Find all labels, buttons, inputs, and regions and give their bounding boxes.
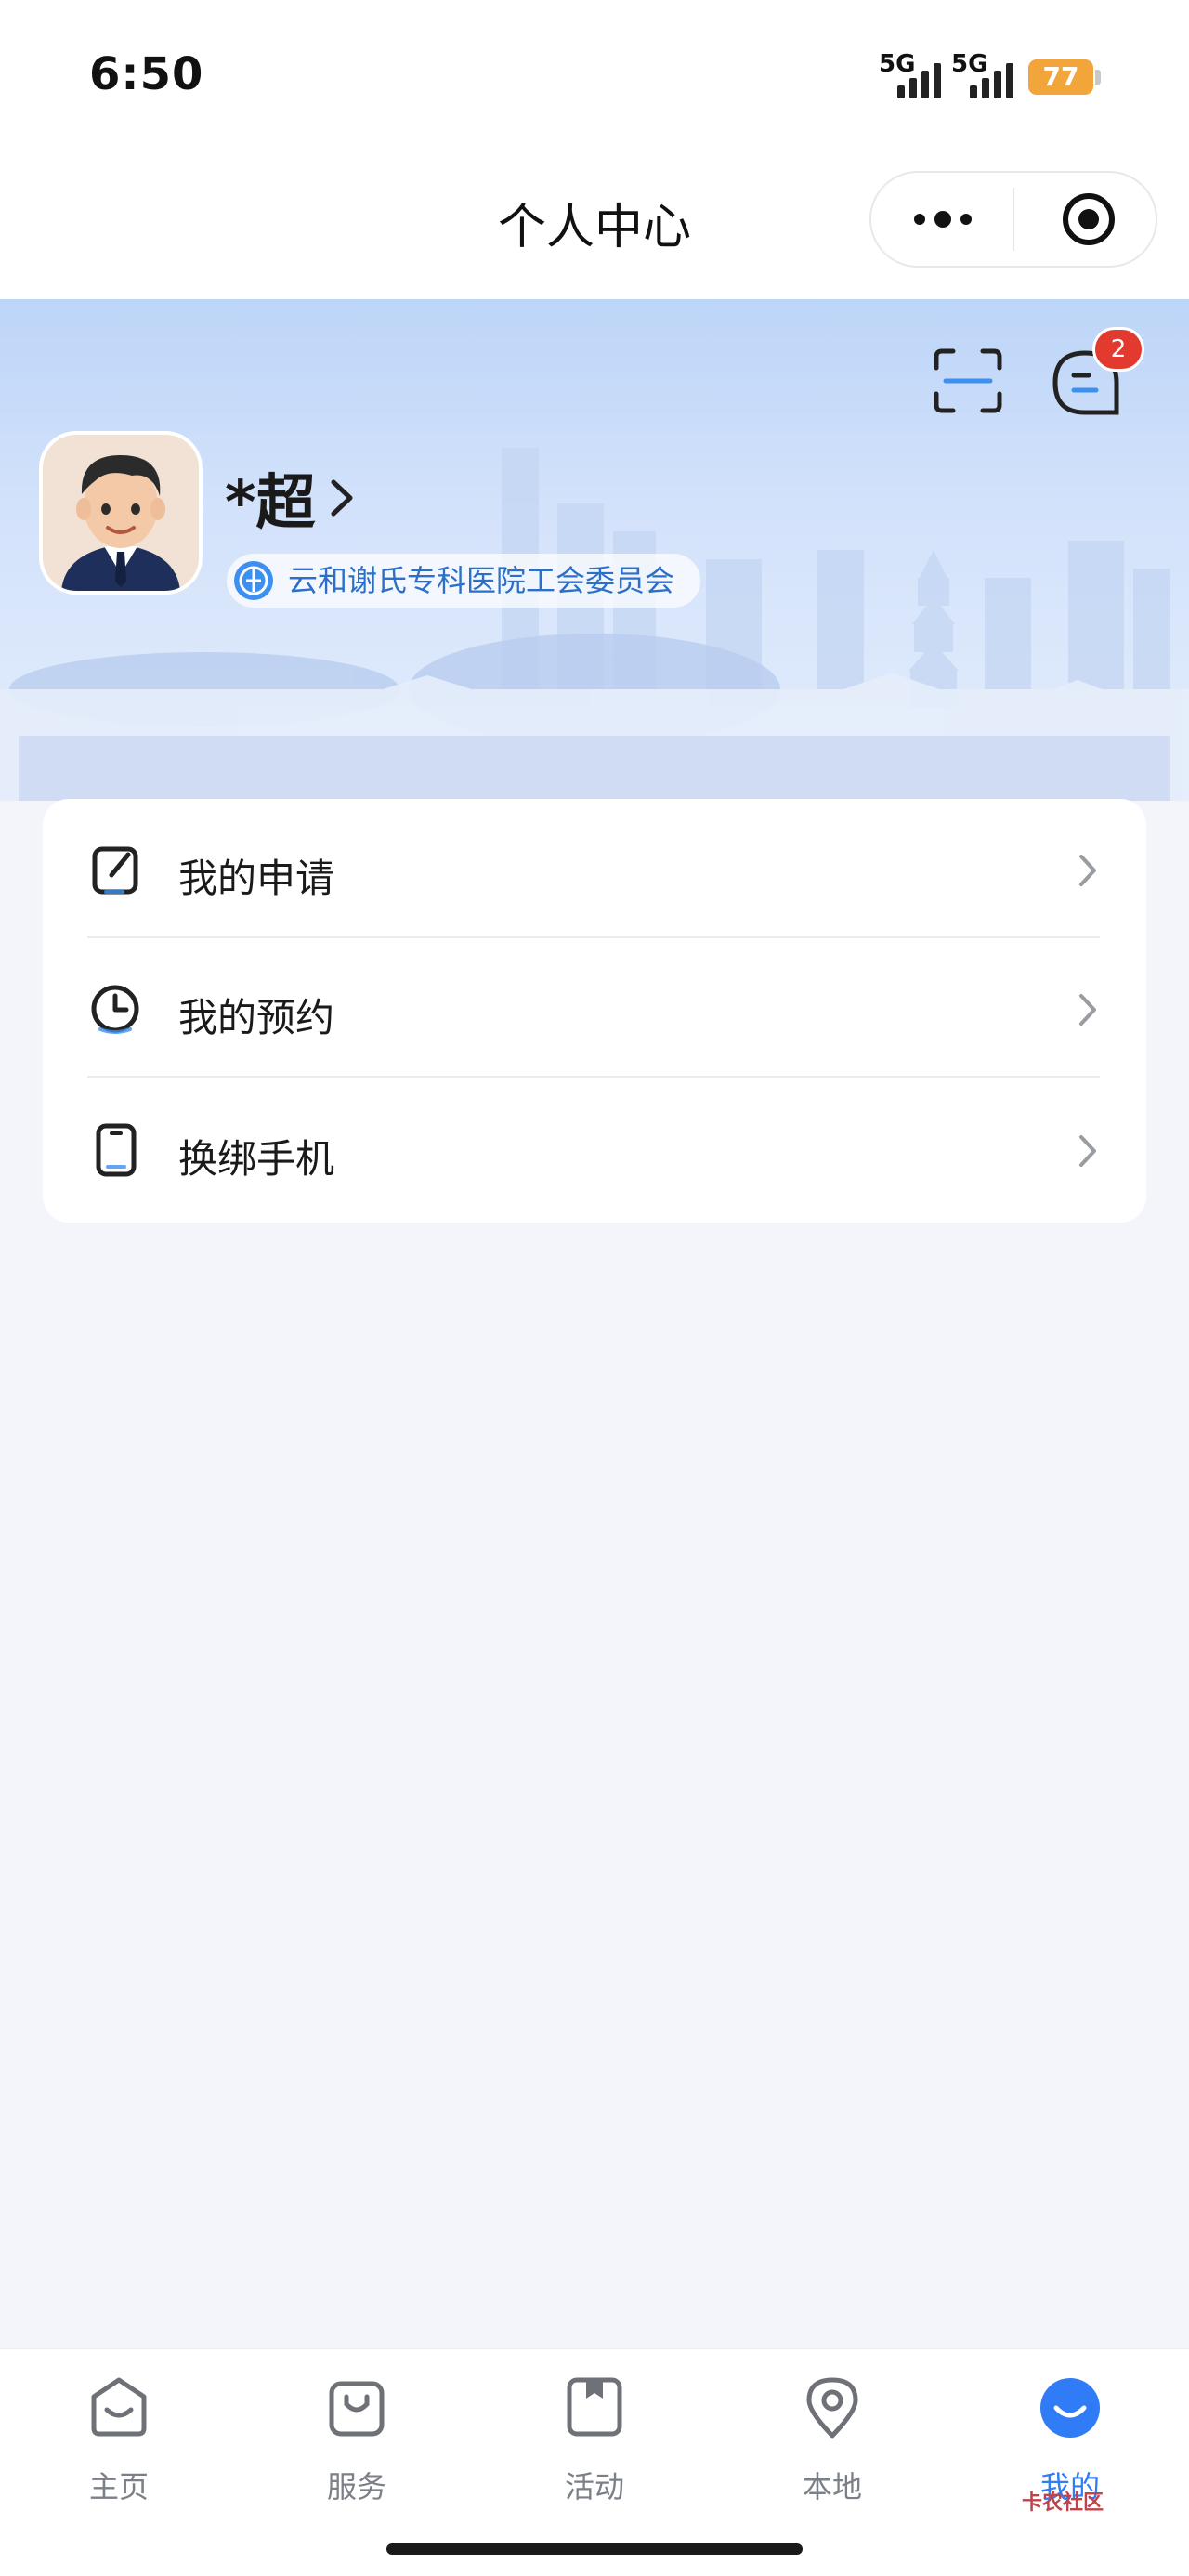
- chevron-right-icon: [331, 479, 353, 517]
- battery-icon: 77: [1028, 59, 1093, 95]
- scan-icon: [934, 348, 1002, 413]
- menu-divider: [87, 1076, 1100, 1078]
- menu-item-appointments[interactable]: 我的预约: [43, 940, 1146, 1079]
- home-indicator[interactable]: [386, 2543, 803, 2555]
- close-mini-program-button[interactable]: [1061, 191, 1117, 247]
- chevron-right-icon: [1079, 855, 1096, 886]
- signal-bars-icon: [897, 61, 941, 98]
- bag-icon: [329, 2381, 385, 2437]
- menu-item-label: 我的申请: [178, 856, 335, 901]
- chevron-right-icon: [1079, 994, 1096, 1026]
- chevron-right-icon: [1079, 1135, 1096, 1167]
- watermark: 卡农社区: [1022, 2491, 1104, 2515]
- menu-divider: [87, 936, 1100, 938]
- union-logo-icon: [234, 561, 273, 600]
- avatar-portrait-icon: [43, 435, 199, 591]
- tab-label: 本地: [802, 2469, 862, 2504]
- edit-note-icon: [92, 846, 138, 895]
- username: *超: [225, 469, 316, 538]
- organization-name: 云和谢氏专科医院工会委员会: [288, 563, 675, 598]
- tab-label: 主页: [88, 2469, 149, 2504]
- organization-badge: 云和谢氏专科医院工会委员会: [227, 554, 701, 608]
- menu-item-label: 换绑手机: [178, 1136, 335, 1182]
- more-dots-icon: [914, 211, 972, 228]
- tab-activities[interactable]: 活动: [520, 2374, 669, 2514]
- message-badge: 2: [1092, 327, 1144, 372]
- phone-icon: [96, 1123, 137, 1177]
- profile-icon: [1040, 2378, 1100, 2438]
- menu-item-label: 我的预约: [178, 995, 335, 1040]
- tab-label: 服务: [326, 2469, 386, 2504]
- bookmark-icon: [567, 2377, 622, 2437]
- menu-item-change-phone[interactable]: 换绑手机: [43, 1081, 1146, 1221]
- menu-item-applications[interactable]: 我的申请: [43, 801, 1146, 940]
- tab-local[interactable]: 本地: [758, 2374, 907, 2514]
- tab-services[interactable]: 服务: [282, 2374, 431, 2514]
- location-icon: [806, 2377, 858, 2439]
- profile-name-link[interactable]: *超: [225, 461, 358, 538]
- capsule-divider: [1013, 188, 1014, 251]
- status-time: 6:50: [89, 48, 204, 100]
- signal-bars-icon: [970, 61, 1013, 98]
- target-close-icon: [1063, 193, 1115, 245]
- more-options-button[interactable]: [910, 197, 975, 242]
- home-icon: [91, 2377, 147, 2437]
- battery-tip: [1095, 70, 1101, 85]
- avatar[interactable]: [39, 431, 203, 595]
- tab-label: 活动: [564, 2469, 624, 2504]
- scan-button[interactable]: [931, 346, 1005, 416]
- tab-home[interactable]: 主页: [45, 2374, 193, 2514]
- clock-icon: [91, 985, 139, 1034]
